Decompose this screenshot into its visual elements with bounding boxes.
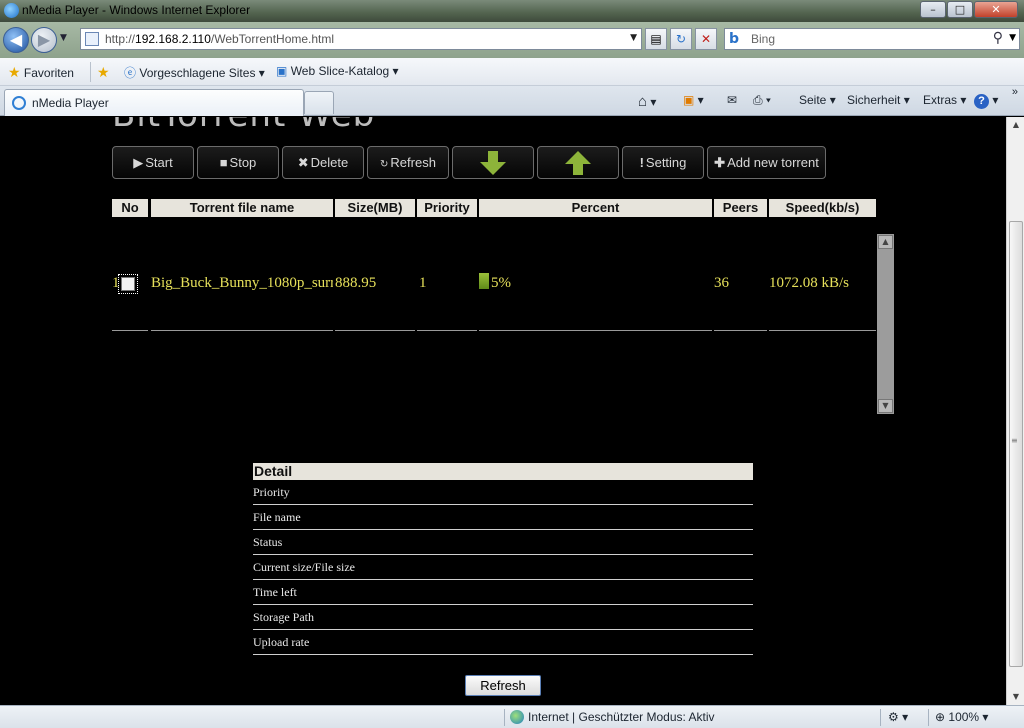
- detail-time-left: Time left: [253, 580, 753, 605]
- progress-bar-fill: [479, 273, 489, 289]
- page-scrollbar[interactable]: ▲ ≡ ▼: [1006, 117, 1024, 705]
- forward-button[interactable]: ▶: [31, 27, 57, 53]
- move-down-button[interactable]: [452, 146, 534, 179]
- page-content: BitTorrent Web ▶Start ■Stop ✖Delete ↻Ref…: [0, 117, 1006, 705]
- detail-priority: Priority: [253, 480, 753, 505]
- favorites-bar: ★ Favoriten ★ ⓔ Vorgeschlagene Sites ▾ ▣…: [0, 58, 1024, 86]
- history-dropdown-icon[interactable]: ▼: [60, 33, 67, 43]
- back-button[interactable]: ◀: [3, 27, 29, 53]
- favorites-star-icon: ★: [8, 64, 21, 80]
- tab-label: nMedia Player: [32, 96, 109, 110]
- reload-icon[interactable]: ↻: [670, 28, 692, 50]
- arrow-up-icon: [565, 151, 591, 175]
- mail-button[interactable]: ✉: [727, 93, 737, 107]
- column-peers[interactable]: Peers: [714, 199, 767, 217]
- new-tab-button[interactable]: [304, 91, 334, 114]
- page-icon: [85, 32, 99, 46]
- navigation-bar: ◀ ▶ ▼ http://192.168.2.110/WebTorrentHom…: [0, 22, 1024, 58]
- ie-app-icon: [4, 3, 19, 18]
- page-scroll-down-icon[interactable]: ▼: [1009, 690, 1023, 704]
- detail-refresh-button[interactable]: Refresh: [465, 675, 541, 696]
- search-icon[interactable]: ⚲: [993, 30, 1003, 46]
- column-speed[interactable]: Speed(kb/s): [769, 199, 876, 217]
- help-button[interactable]: ? ▾: [974, 93, 998, 109]
- divider: [880, 709, 881, 726]
- scroll-down-icon[interactable]: ▼: [878, 399, 893, 413]
- table-scrollbar[interactable]: ▲ ▼: [877, 234, 894, 414]
- compatibility-view-icon[interactable]: ▤: [645, 28, 667, 50]
- arrow-down-icon: [480, 151, 506, 175]
- detail-upload-rate: Upload rate: [253, 630, 753, 655]
- suggested-sites-link[interactable]: ⓔ Vorgeschlagene Sites ▾: [124, 64, 265, 81]
- column-percent[interactable]: Percent: [479, 199, 712, 217]
- row-speed-cell: 1072.08 kB/s: [769, 235, 876, 331]
- row-checkbox[interactable]: [117, 273, 138, 294]
- column-size[interactable]: Size(MB): [335, 199, 415, 217]
- favorites-button[interactable]: ★ Favoriten: [8, 64, 74, 81]
- search-box[interactable]: b Bing ⚲ ▼: [724, 28, 1020, 50]
- row-percent-cell: 5%: [479, 235, 712, 331]
- column-priority[interactable]: Priority: [417, 199, 477, 217]
- row-priority-cell: 1: [417, 235, 477, 331]
- row-name-cell: Big_Buck_Bunny_1080p_surround: [151, 235, 333, 331]
- search-placeholder[interactable]: Bing: [751, 32, 775, 46]
- address-bar[interactable]: http://192.168.2.110/WebTorrentHome.html…: [80, 28, 642, 50]
- divider: [504, 709, 505, 726]
- add-favorite-icon[interactable]: ★: [97, 64, 110, 81]
- page-header-partial: BitTorrent Web: [112, 117, 375, 135]
- detail-title: Detail: [253, 463, 753, 480]
- page-scroll-up-icon[interactable]: ▲: [1009, 118, 1023, 132]
- chevron-more-icon[interactable]: »: [1012, 86, 1018, 98]
- stop-button[interactable]: ■ Stop: [197, 146, 279, 179]
- detail-current-size: Current size/File size: [253, 555, 753, 580]
- home-button[interactable]: ⌂ ▾: [638, 93, 656, 110]
- detail-status: Status: [253, 530, 753, 555]
- address-url[interactable]: http://192.168.2.110/WebTorrentHome.html: [105, 32, 334, 46]
- scroll-up-icon[interactable]: ▲: [878, 235, 893, 249]
- start-button[interactable]: ▶ Start: [112, 146, 194, 179]
- tab-nmedia-player[interactable]: nMedia Player: [4, 89, 304, 116]
- security-menu[interactable]: Sicherheit ▾: [847, 93, 910, 107]
- detail-storage-path: Storage Path: [253, 605, 753, 630]
- feeds-button[interactable]: ▣ ▾: [683, 93, 704, 107]
- detail-file-name: File name: [253, 505, 753, 530]
- status-bar: Internet | Geschützter Modus: Aktiv ⚙ ▾ …: [0, 705, 1024, 728]
- zoom-level[interactable]: ⊕ 100% ▾: [935, 710, 988, 724]
- column-name[interactable]: Torrent file name: [151, 199, 333, 217]
- row-size-cell: 888.95: [335, 235, 415, 331]
- detail-panel: Detail Priority File name Status Current…: [253, 463, 753, 655]
- minimize-button[interactable]: –: [920, 1, 946, 18]
- ie-tab-icon: [12, 96, 26, 110]
- globe-icon: [510, 710, 524, 724]
- bing-logo-icon: b: [729, 31, 740, 47]
- stop-icon[interactable]: ✕: [695, 28, 717, 50]
- maximize-button[interactable]: □: [947, 1, 973, 18]
- address-dropdown-icon[interactable]: ▼: [630, 33, 637, 43]
- column-no[interactable]: No: [112, 199, 148, 217]
- delete-button[interactable]: ✖ Delete: [282, 146, 364, 179]
- print-button[interactable]: ⎙ ▾: [753, 93, 771, 108]
- window-title: nMedia Player - Windows Internet Explore…: [22, 3, 251, 17]
- row-number-cell: 1: [112, 235, 148, 331]
- move-up-button[interactable]: [537, 146, 619, 179]
- security-zone[interactable]: Internet | Geschützter Modus: Aktiv: [510, 710, 715, 724]
- close-window-button[interactable]: ✕: [974, 1, 1018, 18]
- tab-bar: nMedia Player ⌂ ▾ ▣ ▾ ✉ ⎙ ▾ Seite ▾ Sich…: [0, 86, 1024, 116]
- divider: [928, 709, 929, 726]
- web-slice-link[interactable]: ▣ Web Slice-Katalog ▾: [276, 64, 399, 78]
- search-dropdown-icon[interactable]: ▼: [1009, 33, 1016, 43]
- scroll-grip-icon: ≡: [1011, 436, 1018, 445]
- page-menu[interactable]: Seite ▾: [799, 93, 836, 107]
- extras-menu[interactable]: Extras ▾: [923, 93, 966, 107]
- divider: [90, 62, 91, 82]
- refresh-button[interactable]: ↻ Refresh: [367, 146, 449, 179]
- protected-mode-icon[interactable]: ⚙ ▾: [888, 710, 908, 724]
- add-torrent-button[interactable]: ✚ Add new torrent: [707, 146, 826, 179]
- setting-button[interactable]: ! Setting: [622, 146, 704, 179]
- row-peers-cell: 36: [714, 235, 767, 331]
- window-title-bar: nMedia Player - Windows Internet Explore…: [0, 0, 1024, 22]
